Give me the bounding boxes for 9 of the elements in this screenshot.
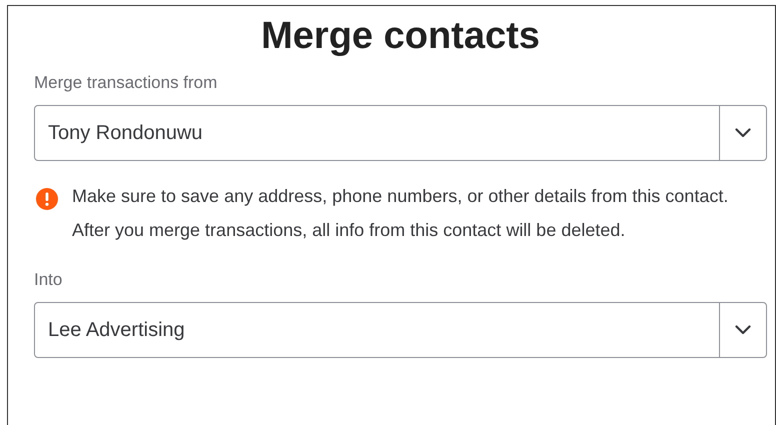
field-label: Into — [34, 269, 62, 291]
warning-icon — [36, 188, 58, 210]
warning-message: Make sure to save any address, phone numbers, or other details from this contact. After you merge transactions, all info from this contact will be deleted. — [72, 185, 730, 242]
chevron-down-icon — [735, 325, 751, 335]
dropdown-field[interactable]: Lee Advertising — [34, 302, 767, 358]
dropdown-field[interactable]: Tony Rondonuwu — [34, 105, 767, 161]
dialog-title: Merge contacts — [261, 15, 540, 57]
field-label: Merge transactions from — [34, 72, 218, 94]
chevron-down-icon — [735, 128, 751, 138]
